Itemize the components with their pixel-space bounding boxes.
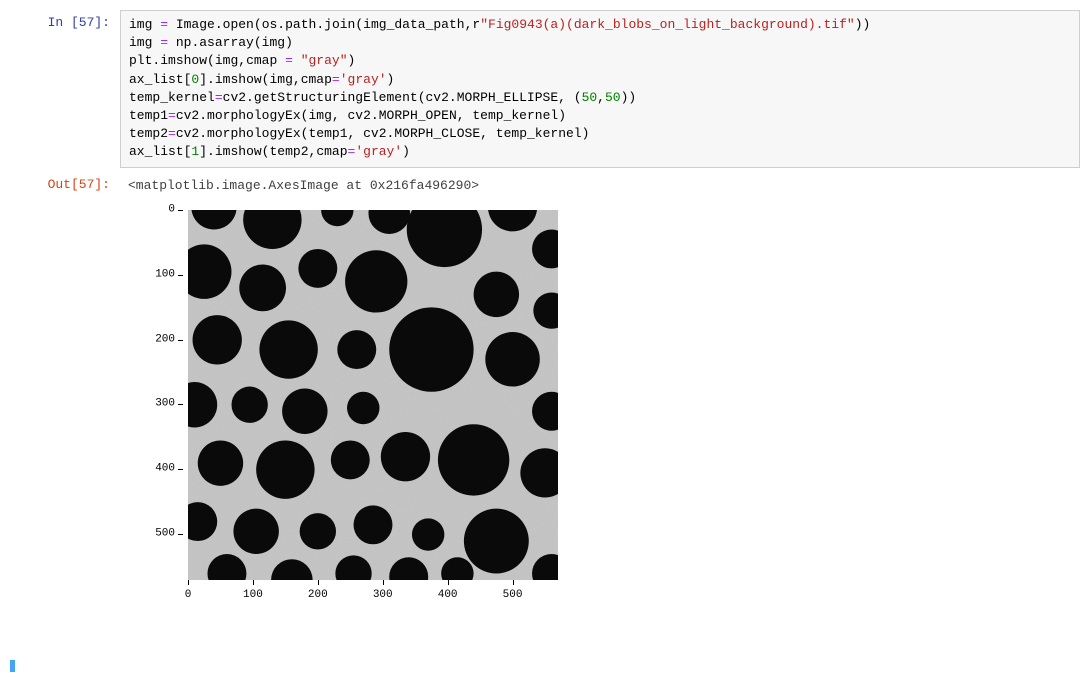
y-tick-label: 400 (155, 462, 175, 477)
input-prompt: In [57]: (0, 10, 120, 168)
code-line: temp1=cv2.morphologyEx(img, cv2.MORPH_OP… (129, 107, 1071, 125)
code-line: plt.imshow(img,cmap = "gray") (129, 52, 1071, 70)
code-input-area[interactable]: img = Image.open(os.path.join(img_data_p… (120, 10, 1080, 168)
output-prompt-label: Out[57]: (48, 177, 110, 192)
x-tick-label: 400 (438, 588, 458, 603)
y-tick-label: 0 (168, 202, 175, 217)
x-tick-label: 300 (373, 588, 393, 603)
plot-figure: 0 100 200 300 400 500 0 100 200 300 400 500 (128, 205, 688, 645)
plot-svg (188, 210, 558, 580)
code-line: temp_kernel=cv2.getStructuringElement(cv… (129, 89, 1071, 107)
output-repr: <matplotlib.image.AxesImage at 0x216fa49… (128, 177, 1072, 195)
output-cell: Out[57]: <matplotlib.image.AxesImage at … (0, 172, 1080, 650)
plot-image (188, 210, 558, 580)
output-area: <matplotlib.image.AxesImage at 0x216fa49… (120, 172, 1080, 650)
y-tick-label: 100 (155, 267, 175, 282)
code-line: img = np.asarray(img) (129, 34, 1071, 52)
x-tick-label: 500 (503, 588, 523, 603)
input-cell: In [57]: img = Image.open(os.path.join(i… (0, 10, 1080, 168)
code-line: ax_list[0].imshow(img,cmap='gray') (129, 71, 1071, 89)
input-prompt-label: In [57]: (48, 15, 110, 30)
new-cell-indicator[interactable] (10, 660, 15, 672)
code-line: img = Image.open(os.path.join(img_data_p… (129, 16, 1071, 34)
y-axis: 0100200300400500 (128, 210, 183, 580)
y-tick-label: 500 (155, 527, 175, 542)
y-tick-label: 200 (155, 332, 175, 347)
output-prompt: Out[57]: (0, 172, 120, 650)
x-axis: 0 100 200 300 400 500 (188, 580, 558, 610)
x-tick-label: 100 (243, 588, 263, 603)
y-tick-label: 300 (155, 397, 175, 412)
code-line: temp2=cv2.morphologyEx(temp1, cv2.MORPH_… (129, 125, 1071, 143)
code-line: ax_list[1].imshow(temp2,cmap='gray') (129, 143, 1071, 161)
x-tick-label: 200 (308, 588, 328, 603)
x-tick-label: 0 (185, 588, 192, 603)
